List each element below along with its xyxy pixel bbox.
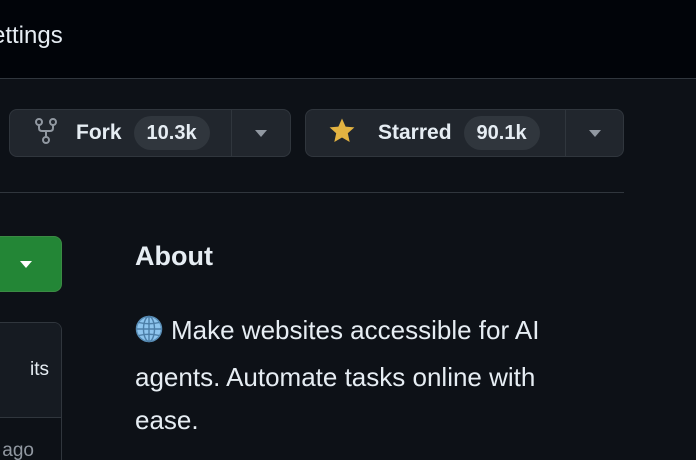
star-button-group: Starred 90.1k <box>305 109 624 157</box>
repo-navigation-bar: ettings <box>0 0 696 79</box>
fork-button[interactable]: Fork 10.3k <box>10 110 231 156</box>
fork-label: Fork <box>76 121 122 144</box>
commits-link[interactable]: its <box>0 359 61 381</box>
chevron-down-icon <box>588 129 601 137</box>
about-description: Make websites accessible for AI agents. … <box>135 309 605 442</box>
globe-icon <box>135 313 163 356</box>
about-heading: About <box>135 241 213 271</box>
star-dropdown-button[interactable] <box>565 110 623 156</box>
commit-age-text: ago <box>2 440 34 460</box>
repository-page: ettings Fork 10.3k <box>0 0 696 460</box>
chevron-down-icon <box>20 260 32 268</box>
star-count-badge: 90.1k <box>463 116 540 150</box>
star-fill-icon <box>328 117 356 150</box>
chevron-down-icon <box>255 129 268 137</box>
latest-commit-bar: its <box>0 323 61 418</box>
starred-button[interactable]: Starred 90.1k <box>306 110 565 156</box>
tab-settings[interactable]: ettings <box>0 22 63 50</box>
code-dropdown-button[interactable] <box>0 236 62 292</box>
about-description-text: Make websites accessible for AI agents. … <box>135 315 540 435</box>
repo-forked-icon <box>35 117 57 149</box>
starred-label: Starred <box>378 121 452 144</box>
header-divider <box>0 192 624 193</box>
fork-dropdown-button[interactable] <box>231 110 290 156</box>
fork-count-badge: 10.3k <box>133 116 210 150</box>
fork-button-group: Fork 10.3k <box>9 109 291 157</box>
